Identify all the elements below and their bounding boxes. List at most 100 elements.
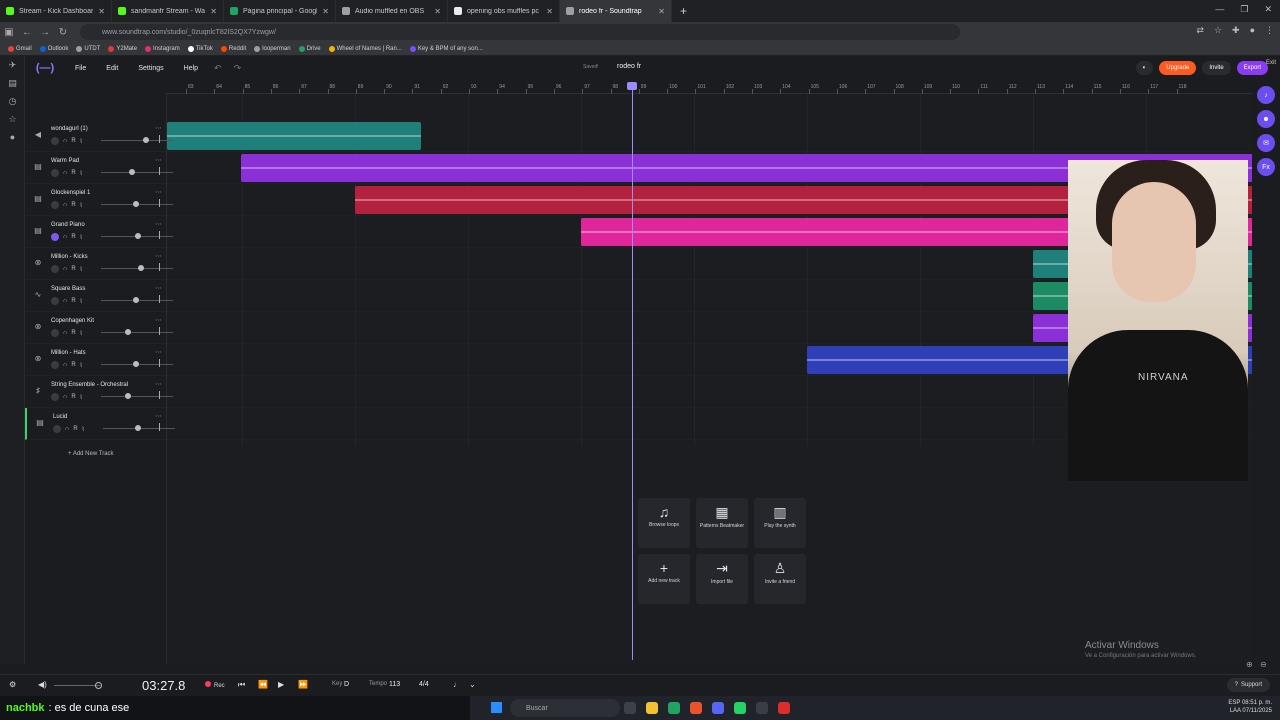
record-arm-button[interactable]: R xyxy=(71,170,75,176)
tab-close-icon[interactable]: ✕ xyxy=(658,7,665,16)
favorites-icon[interactable]: ☆ xyxy=(0,110,25,128)
track-volume-knob[interactable] xyxy=(125,393,131,399)
master-volume-slider[interactable] xyxy=(54,685,100,686)
tab-close-icon[interactable]: ✕ xyxy=(98,7,105,16)
track-header[interactable]: ◀ wondagurl (1) ⋯ ∩ R ⌇ xyxy=(25,120,173,152)
track-volume-slider[interactable] xyxy=(101,172,173,173)
playhead[interactable] xyxy=(632,82,633,660)
chat-icon[interactable]: ✉ xyxy=(1257,134,1275,152)
bookmark-item[interactable]: Key & BPM of any son... xyxy=(409,45,483,52)
track-volume-slider[interactable] xyxy=(101,268,173,269)
track-volume-knob[interactable] xyxy=(143,137,149,143)
bookmark-item[interactable]: Y2Mate xyxy=(108,45,137,52)
track-pan-knob[interactable] xyxy=(159,359,160,367)
new-tab-button[interactable]: + xyxy=(672,4,695,18)
headphones-icon[interactable]: ∩ xyxy=(63,298,67,304)
quick-action-button[interactable]: ⇥ Import file xyxy=(696,554,748,604)
track-pan-knob[interactable] xyxy=(159,263,160,271)
headphones-icon[interactable]: ∩ xyxy=(63,330,67,336)
browser-tab[interactable]: rodeo fr - Soundtrap ✕ xyxy=(560,0,672,22)
play-icon[interactable]: ▶ xyxy=(278,680,284,689)
record-arm-button[interactable]: R xyxy=(73,426,77,432)
reload-icon[interactable]: ↻ xyxy=(54,27,72,38)
browser-tab[interactable]: sandmanfr Stream - Watch Live ✕ xyxy=(112,0,224,22)
track-menu-icon[interactable]: ⋯ xyxy=(155,124,162,132)
audio-clip[interactable] xyxy=(167,122,421,150)
tab-close-icon[interactable]: ✕ xyxy=(546,7,553,16)
sidebar-toggle-icon[interactable]: ▣ xyxy=(0,27,18,38)
key-value[interactable]: D xyxy=(344,681,349,688)
headphones-icon[interactable]: ∩ xyxy=(63,266,67,272)
mute-button[interactable] xyxy=(51,329,59,337)
mute-button[interactable] xyxy=(51,201,59,209)
track-header[interactable]: ▤ Glockenspiel 1 ⋯ ∩ R ⌇ xyxy=(25,184,173,216)
sidebar-icon-2[interactable]: ▤ xyxy=(0,74,25,92)
track-header[interactable]: ⊗ Million - Kicks ⋯ ∩ R ⌇ xyxy=(25,248,173,280)
automation-icon[interactable]: ⌇ xyxy=(80,202,83,209)
track-name[interactable]: Million - Hats xyxy=(51,350,86,356)
track-pan-knob[interactable] xyxy=(159,423,160,431)
track-name[interactable]: Million - Kicks xyxy=(51,254,88,260)
translate-icon[interactable]: ⇄ xyxy=(1196,25,1204,36)
track-menu-icon[interactable]: ⋯ xyxy=(155,348,162,356)
track-pan-knob[interactable] xyxy=(159,391,160,399)
collab-icon[interactable]: ◐ xyxy=(1135,61,1154,75)
discord-icon[interactable] xyxy=(712,702,724,714)
obs-icon[interactable] xyxy=(756,702,768,714)
track-volume-knob[interactable] xyxy=(135,233,141,239)
track-pan-knob[interactable] xyxy=(159,231,160,239)
track-name[interactable]: String Ensemble - Orchestral xyxy=(51,382,128,388)
track-volume-slider[interactable] xyxy=(101,332,173,333)
track-pan-knob[interactable] xyxy=(159,295,160,303)
undo-icon[interactable]: ↶ xyxy=(208,63,228,74)
exit-button[interactable]: Exit xyxy=(1264,60,1278,66)
track-name[interactable]: Grand Piano xyxy=(51,222,85,228)
menu-file[interactable]: File xyxy=(65,65,96,72)
record-arm-button[interactable]: R xyxy=(71,362,75,368)
automation-icon[interactable]: ⌇ xyxy=(80,138,83,145)
quick-action-button[interactable]: ♫ Browse loops xyxy=(638,498,690,548)
automation-icon[interactable]: ⌇ xyxy=(80,266,83,273)
fx-icon[interactable]: Fx xyxy=(1257,158,1275,176)
track-volume-knob[interactable] xyxy=(133,201,139,207)
extension-sidebar-icon[interactable]: ● xyxy=(0,128,25,146)
track-volume-knob[interactable] xyxy=(133,297,139,303)
file-explorer-icon[interactable] xyxy=(646,702,658,714)
browser-icon[interactable] xyxy=(690,702,702,714)
quick-action-button[interactable]: ♙ Invite a friend xyxy=(754,554,806,604)
track-name[interactable]: Warm Pad xyxy=(51,158,79,164)
metronome-icon[interactable]: ♩ xyxy=(453,680,461,689)
bookmark-item[interactable]: looperman xyxy=(254,45,291,52)
master-volume-icon[interactable]: ◀) xyxy=(38,680,47,689)
tab-close-icon[interactable]: ✕ xyxy=(210,7,217,16)
url-field[interactable]: www.soundtrap.com/studio/_0zuqnlcT82lS2Q… xyxy=(80,24,960,40)
upgrade-button[interactable]: Upgrade xyxy=(1159,61,1197,75)
headphones-icon[interactable]: ∩ xyxy=(63,202,67,208)
whatsapp-icon[interactable] xyxy=(734,702,746,714)
menu-help[interactable]: Help xyxy=(174,65,208,72)
forward-icon[interactable]: → xyxy=(36,27,54,38)
automation-icon[interactable]: ⌇ xyxy=(82,426,85,433)
track-header[interactable]: ⊗ Copenhagen Kit ⋯ ∩ R ⌇ xyxy=(25,312,173,344)
browser-tab[interactable]: Página principal - Google Drive ✕ xyxy=(224,0,336,22)
fast-forward-icon[interactable]: ⏩ xyxy=(298,680,308,689)
track-menu-icon[interactable]: ⋯ xyxy=(155,380,162,388)
timeline-ruler[interactable]: 83 84 85 86 87 88 89 90 91 92 93 94 95 96 97 98 99 100 101… xyxy=(166,80,1252,94)
track-name[interactable]: Copenhagen Kit xyxy=(51,318,94,324)
track-menu-icon[interactable]: ⋯ xyxy=(155,220,162,228)
headphones-icon[interactable]: ∩ xyxy=(65,426,69,432)
time-signature[interactable]: 4/4 xyxy=(419,681,429,688)
redo-icon[interactable]: ↷ xyxy=(228,63,248,74)
bookmark-item[interactable]: Wheel of Names | Ran... xyxy=(328,45,402,52)
zoom-in-icon[interactable]: ⊕ xyxy=(1246,660,1253,669)
track-volume-knob[interactable] xyxy=(138,265,144,271)
record-arm-button[interactable]: R xyxy=(71,394,75,400)
track-name[interactable]: wondagurl (1) xyxy=(51,126,88,132)
bookmark-item[interactable]: Outlook xyxy=(39,45,68,52)
bookmark-item[interactable]: Reddit xyxy=(220,45,246,52)
history-icon[interactable]: ◷ xyxy=(0,92,25,110)
bookmark-item[interactable]: TikTok xyxy=(187,45,213,52)
track-menu-icon[interactable]: ⋯ xyxy=(155,252,162,260)
skip-back-icon[interactable]: ⏮ xyxy=(238,680,245,690)
track-header[interactable]: ▤ Warm Pad ⋯ ∩ R ⌇ xyxy=(25,152,173,184)
